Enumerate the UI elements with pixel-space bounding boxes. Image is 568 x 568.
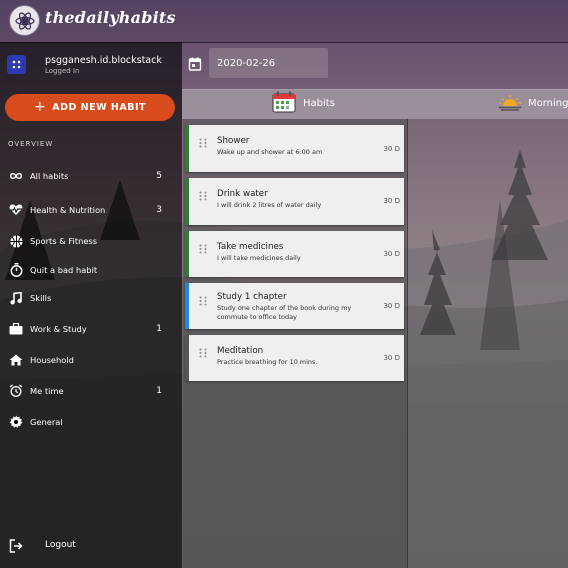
- habit-description: I will drink 2 litres of water daily: [217, 201, 322, 209]
- logo-icon: [9, 5, 40, 36]
- home-icon: [9, 353, 23, 367]
- sidebar-item-label: Quit a bad habit: [30, 265, 98, 275]
- gear-icon: [9, 415, 23, 429]
- habit-color-stripe: [185, 283, 189, 329]
- tab-morning-label: Morning: [528, 97, 568, 109]
- tab-morning[interactable]: Morning: [498, 90, 568, 116]
- tab-habits-label: Habits: [303, 97, 335, 109]
- infinity-icon: [9, 169, 23, 183]
- habit-card-shower[interactable]: Shower Wake up and shower at 6:00 am 30 …: [185, 125, 404, 172]
- avatar[interactable]: [7, 55, 26, 74]
- date-field[interactable]: 2020-02-26: [209, 48, 328, 78]
- calendar-icon: [272, 91, 296, 116]
- habit-card-take-medicines[interactable]: Take medicines I will take medicines dai…: [185, 231, 404, 277]
- habit-title: Study 1 chapter: [217, 292, 287, 302]
- habit-color-stripe: [185, 231, 189, 277]
- habit-description: I will take medicines daily: [217, 254, 301, 262]
- habit-card-drink-water[interactable]: Drink water I will drink 2 litres of wat…: [185, 178, 404, 225]
- sidebar-item-label: Sports & Fitness: [30, 236, 98, 246]
- sidebar-item-general[interactable]: General: [0, 411, 182, 433]
- drag-handle-icon[interactable]: [199, 296, 207, 306]
- habit-duration: 30 D: [383, 145, 400, 153]
- sidebar-item-count: 3: [156, 205, 162, 215]
- sidebar-item-label: General: [30, 417, 63, 427]
- habit-card-study-chapter[interactable]: Study 1 chapter Study one chapter of the…: [185, 283, 404, 329]
- sidebar-item-count: 1: [156, 386, 162, 396]
- plus-icon: +: [34, 99, 47, 115]
- sidebar-item-label: Health & Nutrition: [30, 205, 106, 215]
- habit-duration: 30 D: [383, 354, 400, 362]
- morning-column: [408, 119, 568, 568]
- sidebar-item-label: Household: [30, 355, 74, 365]
- logout-label: Logout: [45, 540, 76, 550]
- user-name: psgganesh.id.blockstack: [45, 55, 162, 66]
- add-new-habit-button[interactable]: + ADD NEW HABIT: [5, 94, 175, 121]
- calendar-small-icon[interactable]: [188, 56, 202, 71]
- sidebar-item-work-study[interactable]: Work & Study 1: [0, 318, 182, 340]
- logout-button[interactable]: Logout: [0, 535, 182, 557]
- habit-description: Wake up and shower at 6:00 am: [217, 148, 323, 156]
- logout-icon: [9, 538, 23, 557]
- habit-duration: 30 D: [383, 197, 400, 205]
- alarm-clock-icon: [9, 384, 23, 398]
- sidebar-item-skills[interactable]: Skills: [0, 287, 182, 309]
- habit-color-stripe: [185, 125, 189, 172]
- sidebar-item-label: All habits: [30, 171, 69, 181]
- sidebar-item-label: Work & Study: [30, 324, 87, 334]
- sidebar-item-all-habits[interactable]: All habits 5: [0, 165, 182, 187]
- sunrise-icon: [498, 92, 522, 115]
- drag-handle-icon[interactable]: [199, 348, 207, 358]
- habit-card-meditation[interactable]: Meditation Practice breathing for 10 min…: [185, 335, 404, 381]
- timer-icon: [9, 263, 23, 277]
- habit-duration: 30 D: [383, 250, 400, 258]
- sidebar-item-quit-bad-habit[interactable]: Quit a bad habit: [0, 259, 182, 281]
- tab-habits[interactable]: Habits: [272, 90, 335, 116]
- heartbeat-icon: [9, 203, 23, 217]
- habit-title: Drink water: [217, 189, 268, 199]
- drag-handle-icon[interactable]: [199, 191, 207, 201]
- section-title: OVERVIEW: [8, 140, 54, 148]
- sidebar-item-count: 1: [156, 324, 162, 334]
- sidebar-item-count: 5: [156, 171, 162, 181]
- top-bar: thedailyhabits: [0, 0, 568, 43]
- sidebar-item-me-time[interactable]: Me time 1: [0, 380, 182, 402]
- briefcase-icon: [9, 322, 23, 336]
- basketball-icon: [9, 234, 23, 248]
- habit-title: Take medicines: [217, 242, 284, 252]
- drag-handle-icon[interactable]: [199, 244, 207, 254]
- habit-color-stripe: [185, 335, 189, 381]
- brand-name: thedailyhabits: [45, 8, 176, 27]
- habit-description: Practice breathing for 10 mins.: [217, 358, 318, 366]
- drag-handle-icon[interactable]: [199, 138, 207, 148]
- add-new-habit-label: ADD NEW HABIT: [52, 102, 146, 113]
- user-status: Logged In: [45, 67, 80, 75]
- sidebar-item-household[interactable]: Household: [0, 349, 182, 371]
- sidebar-item-sports-fitness[interactable]: Sports & Fitness: [0, 230, 182, 252]
- sidebar-item-label: Skills: [30, 293, 52, 303]
- habit-title: Meditation: [217, 346, 264, 356]
- blockstack-icon: [12, 60, 21, 69]
- habit-duration: 30 D: [383, 302, 400, 310]
- sidebar-item-label: Me time: [30, 386, 64, 396]
- habit-color-stripe: [185, 178, 189, 225]
- music-note-icon: [9, 291, 23, 305]
- habit-title: Shower: [217, 136, 250, 146]
- habit-description: Study one chapter of the book during my …: [217, 304, 352, 321]
- sidebar-item-health-nutrition[interactable]: Health & Nutrition 3: [0, 199, 182, 221]
